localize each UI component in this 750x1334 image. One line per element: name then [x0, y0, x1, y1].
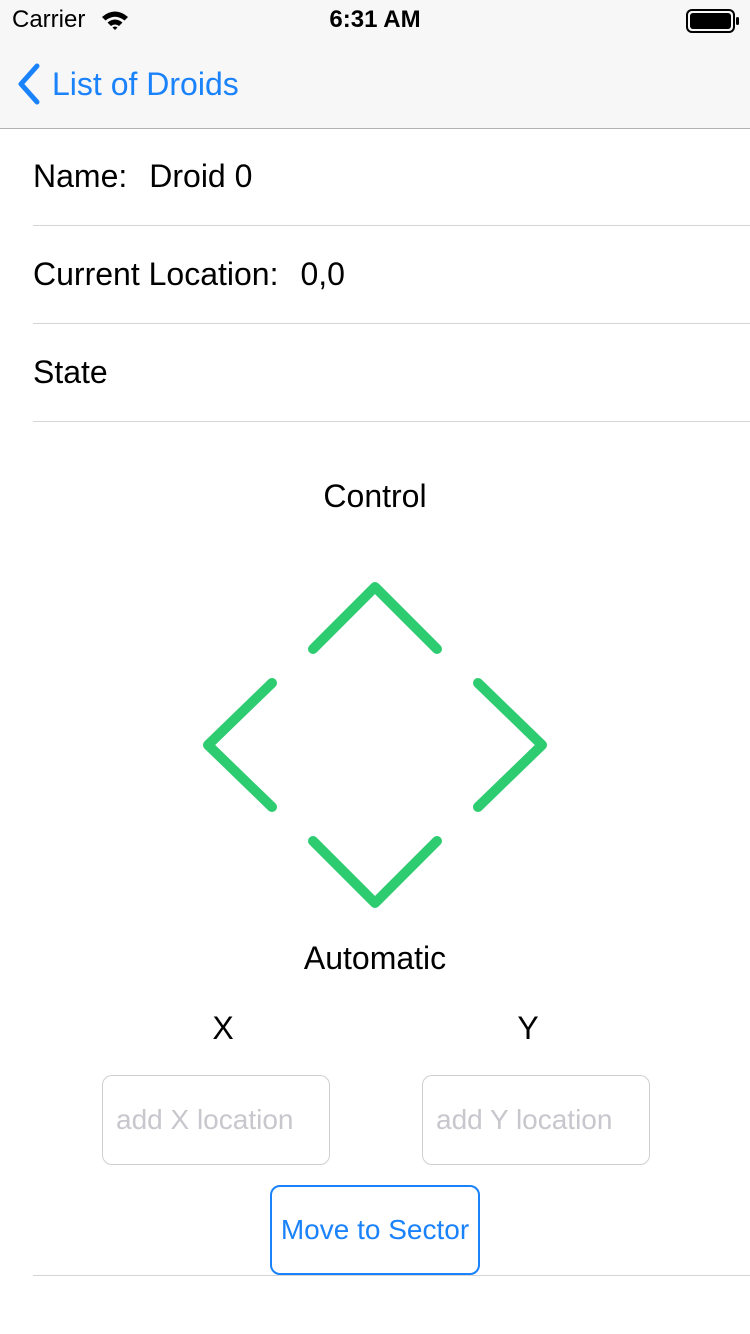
back-button-label: List of Droids	[52, 65, 239, 102]
current-location-label: Current Location:	[33, 256, 279, 292]
move-left-button[interactable]	[195, 672, 285, 818]
down-arrow-icon	[308, 836, 442, 908]
current-location-row: Current Location: 0,0	[33, 226, 750, 324]
x-location-input[interactable]	[102, 1075, 330, 1165]
name-row: Name: Droid 0	[33, 128, 750, 226]
clock: 6:31 AM	[329, 6, 421, 33]
y-label: Y	[517, 1010, 539, 1046]
navigation-bar: List of Droids	[0, 40, 750, 129]
chevron-left-icon	[18, 63, 40, 105]
name-value: Droid 0	[149, 158, 253, 194]
divider	[33, 1275, 750, 1276]
up-arrow-icon	[308, 582, 442, 654]
move-down-button[interactable]	[300, 828, 450, 918]
x-label: X	[212, 1010, 234, 1046]
back-button[interactable]: List of Droids	[16, 60, 239, 108]
automatic-title: Automatic	[303, 940, 447, 976]
name-label: Name:	[33, 158, 128, 194]
control-title: Control	[323, 478, 427, 514]
move-up-button[interactable]	[300, 572, 450, 662]
state-row[interactable]: State	[33, 324, 750, 422]
state-label: State	[33, 354, 108, 390]
battery-icon	[686, 9, 739, 33]
move-to-sector-button[interactable]: Move to Sector	[270, 1185, 480, 1275]
status-bar: Carrier 6:31 AM	[0, 0, 750, 40]
move-right-button[interactable]	[465, 672, 555, 818]
left-arrow-icon	[203, 678, 277, 812]
y-location-input[interactable]	[422, 1075, 650, 1165]
right-arrow-icon	[473, 678, 547, 812]
current-location-value: 0,0	[300, 256, 345, 292]
